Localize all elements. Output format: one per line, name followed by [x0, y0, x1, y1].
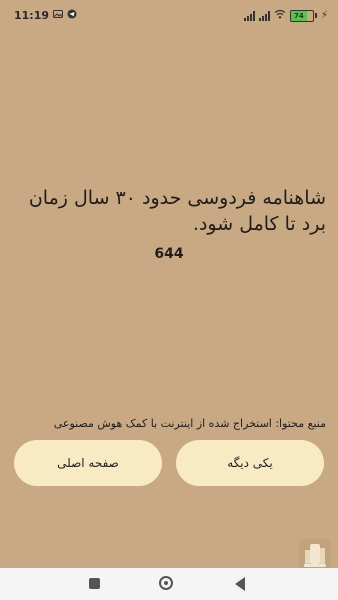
battery-tip [314, 13, 317, 18]
battery-icon: 74 [289, 9, 314, 22]
fact-number: 644 [154, 246, 184, 262]
bookstore-icon[interactable] [298, 538, 332, 572]
home-icon[interactable] [159, 576, 173, 590]
status-time: 11:19 [14, 9, 50, 22]
back-icon[interactable] [235, 577, 245, 591]
status-bar: 11:19 74 ⚡ [0, 0, 338, 32]
photo-icon [53, 9, 64, 22]
telegram-icon [67, 9, 77, 22]
source-note: منبع محتوا: استخراج شده از اینترنت با کم… [53, 417, 326, 430]
signal-icon [243, 10, 255, 21]
battery-level: 74 [293, 11, 304, 20]
next-fact-button[interactable]: یکی دیگه [176, 440, 324, 486]
recents-icon[interactable] [89, 578, 100, 589]
home-button[interactable]: صفحه اصلی [14, 440, 162, 486]
fact-text: شاهنامه فردوسی حدود ۳۰ سال زمان برد تا ک… [28, 187, 326, 235]
wifi-icon [274, 9, 286, 22]
signal-icon-2 [258, 10, 270, 21]
status-right: 74 ⚡ [243, 9, 328, 22]
navigation-bar [0, 568, 338, 600]
status-left: 11:19 [14, 9, 77, 22]
charging-icon: ⚡ [320, 10, 328, 21]
